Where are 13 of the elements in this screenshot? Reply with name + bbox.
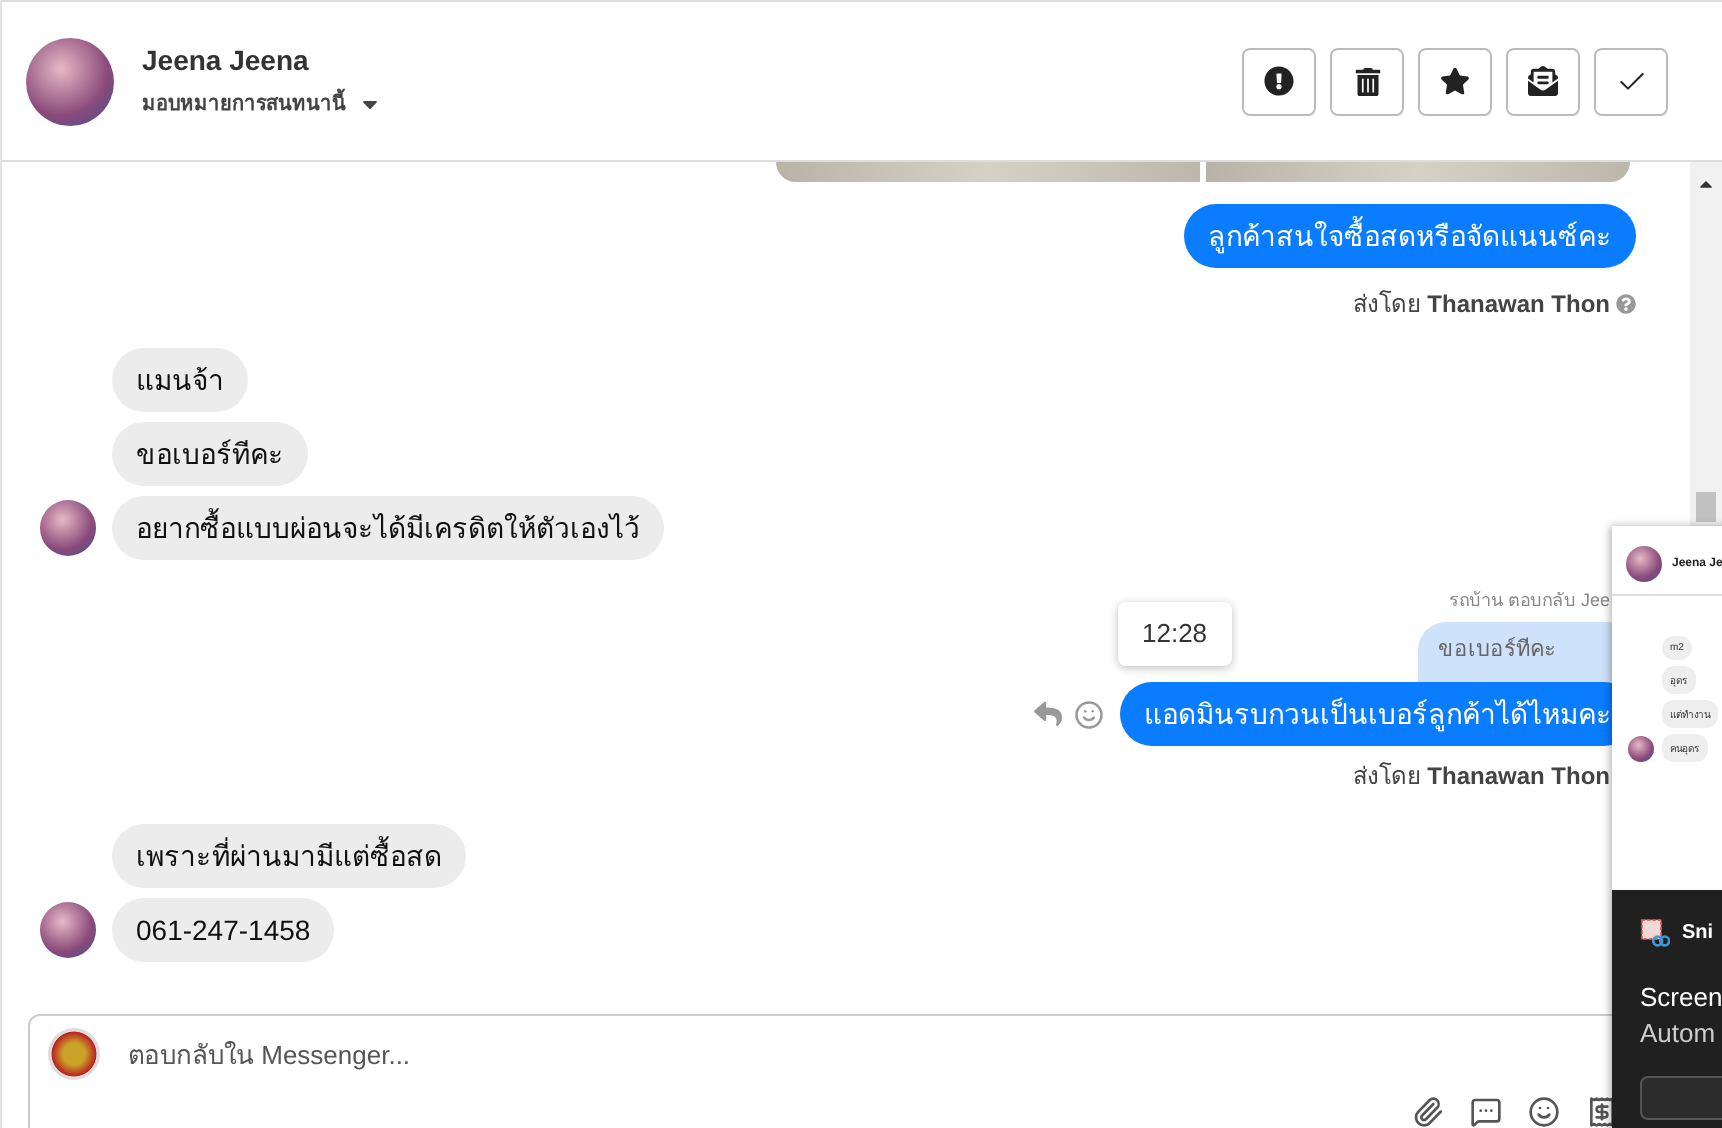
message-bubble: ลูกค้าสนใจซื้อสดหรือจัดแนนซ์คะ bbox=[1184, 204, 1636, 268]
time-tooltip: 12:28 bbox=[1118, 602, 1232, 666]
app-name: Sni bbox=[1682, 922, 1714, 944]
message-bubble: 061-247-1458 bbox=[112, 898, 335, 962]
message-bubble: เพราะที่ผ่านมามีแต่ซื้อสด bbox=[112, 824, 466, 888]
reply-note: รถบ้าน ตอบกลับ Jee bbox=[1448, 588, 1610, 614]
sender-label: ส่งโดย Thanawan Thon bbox=[1352, 288, 1610, 322]
contact-name: Jeena Jeena bbox=[142, 44, 311, 76]
message-bubble: อยากซื้อแบบผ่อนจะได้มีเครดิตให้ตัวเองไว้ bbox=[112, 496, 664, 560]
message-bubble: ขอเบอร์ทีคะ bbox=[112, 422, 308, 486]
message-bubble: แมนจ้า bbox=[112, 348, 248, 412]
sender-label: ส่งโดย Thanawan Thon bbox=[1352, 760, 1610, 794]
notification-text: Screen bbox=[1640, 980, 1722, 1016]
